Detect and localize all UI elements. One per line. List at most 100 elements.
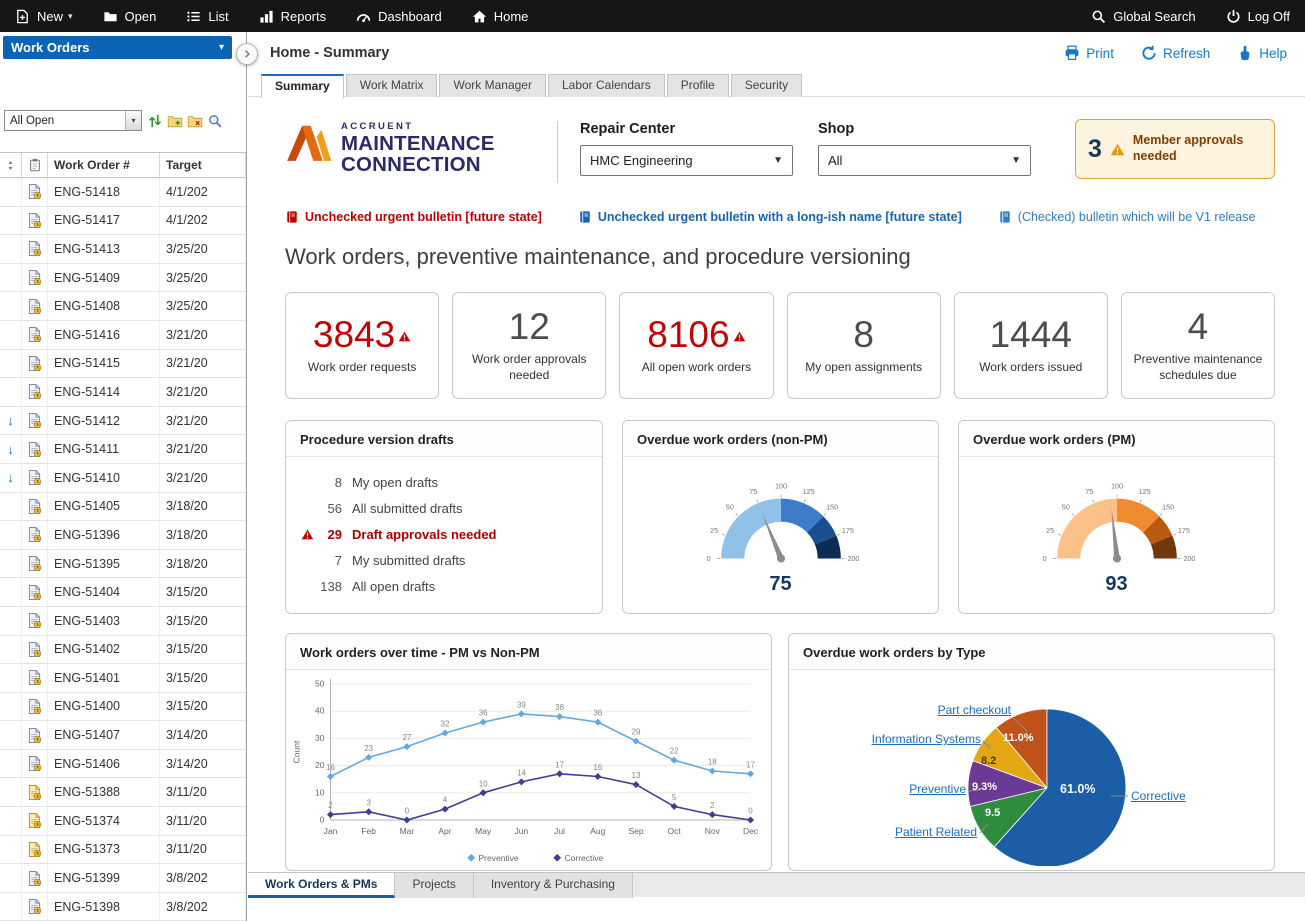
folder-add-icon[interactable] (165, 111, 185, 131)
pie-label-preventive[interactable]: Preventive (909, 782, 966, 796)
bulletin-text: Unchecked urgent bulletin with a long-is… (598, 210, 962, 224)
svg-text:175: 175 (1177, 526, 1189, 535)
target-date: 4/1/202 (160, 207, 246, 235)
work-order-row[interactable]: ENG-514184/1/202 (0, 178, 246, 207)
draft-stat-row[interactable]: 138All open drafts (292, 573, 594, 599)
kpi-card-my-open-assignments[interactable]: 8My open assignments (787, 292, 941, 399)
work-order-row[interactable]: ENG-513983/8/202 (0, 893, 246, 921)
tab-labor-calendars[interactable]: Labor Calendars (548, 74, 665, 97)
work-order-row[interactable]: ENG-514003/15/20 (0, 693, 246, 722)
work-order-row[interactable]: ↓ENG-514103/21/20 (0, 464, 246, 493)
sort-priority-header[interactable] (0, 153, 22, 177)
work-order-column-header[interactable]: Work Order # (48, 153, 160, 177)
work-order-row[interactable]: ENG-514073/14/20 (0, 721, 246, 750)
tab-work-matrix[interactable]: Work Matrix (346, 74, 438, 97)
member-approvals-alert[interactable]: 3 Member approvals needed (1075, 119, 1275, 179)
warning-icon (1110, 143, 1125, 156)
work-order-row[interactable]: ENG-514013/15/20 (0, 664, 246, 693)
svg-text:200: 200 (847, 554, 859, 563)
bottom-tab-work-orders-pms[interactable]: Work Orders & PMs (248, 873, 395, 898)
module-selector[interactable]: Work Orders ▾ (3, 36, 232, 59)
kpi-value: 12 (509, 308, 550, 345)
nav-home[interactable]: Home (457, 0, 544, 32)
work-order-row[interactable]: ENG-514043/15/20 (0, 578, 246, 607)
assignment-column-header[interactable] (22, 153, 48, 177)
folder-filter-icon[interactable] (185, 111, 205, 131)
work-order-row[interactable]: ENG-514153/21/20 (0, 350, 246, 379)
work-order-row[interactable]: ENG-514053/18/20 (0, 493, 246, 522)
sync-arrows-icon[interactable] (145, 111, 165, 131)
work-order-row[interactable]: ENG-513743/11/20 (0, 807, 246, 836)
draft-stat-row[interactable]: 29Draft approvals needed (292, 521, 594, 547)
kpi-card-work-order-approvals-needed[interactable]: 12Work order approvals needed (452, 292, 606, 399)
priority-cell (0, 893, 22, 921)
refresh-button[interactable]: Refresh (1141, 45, 1210, 61)
pie-label-information-systems[interactable]: Information Systems (872, 732, 981, 746)
draft-count: 8 (314, 475, 342, 490)
collapse-panel-button[interactable] (236, 43, 258, 65)
draft-stat-row[interactable]: 7My submitted drafts (292, 547, 594, 573)
target-date: 3/18/20 (160, 521, 246, 549)
work-order-row[interactable]: ↓ENG-514113/21/20 (0, 435, 246, 464)
work-order-row[interactable]: ENG-514023/15/20 (0, 636, 246, 665)
svg-text:2: 2 (710, 801, 715, 810)
target-column-header[interactable]: Target (160, 153, 246, 177)
tab-work-manager[interactable]: Work Manager (439, 74, 545, 97)
tab-summary[interactable]: Summary (261, 74, 344, 98)
nav-new[interactable]: New▾ (0, 0, 88, 32)
nav-global-search[interactable]: Global Search (1076, 0, 1210, 32)
work-order-doc-icon (22, 636, 48, 664)
pie-label-corrective[interactable]: Corrective (1131, 789, 1186, 803)
target-date: 3/18/20 (160, 493, 246, 521)
magnifier-icon[interactable] (205, 111, 225, 131)
work-order-row[interactable]: ENG-514083/25/20 (0, 292, 246, 321)
work-order-row[interactable]: ENG-514143/21/20 (0, 378, 246, 407)
tab-profile[interactable]: Profile (667, 74, 729, 97)
print-button[interactable]: Print (1064, 45, 1114, 61)
bulletin-link[interactable]: Unchecked urgent bulletin [future state] (285, 210, 542, 224)
priority-cell (0, 550, 22, 578)
bottom-tab-inventory-purchasing[interactable]: Inventory & Purchasing (474, 873, 633, 898)
tab-security[interactable]: Security (731, 74, 802, 97)
kpi-card-work-order-requests[interactable]: 3843Work order requests (285, 292, 439, 399)
work-order-row[interactable]: ENG-513883/11/20 (0, 778, 246, 807)
svg-text:Oct: Oct (667, 826, 681, 836)
kpi-card-preventive-maintenance-schedules-due[interactable]: 4Preventive maintenance schedules due (1121, 292, 1275, 399)
nav-dashboard[interactable]: Dashboard (341, 0, 457, 32)
work-order-row[interactable]: ENG-513953/18/20 (0, 550, 246, 579)
help-button[interactable]: Help (1237, 45, 1287, 61)
nav-open[interactable]: Open (88, 0, 172, 32)
draft-stat-row[interactable]: 8My open drafts (292, 469, 594, 495)
work-order-row[interactable]: ENG-513993/8/202 (0, 864, 246, 893)
nav-label: Dashboard (378, 9, 442, 24)
work-order-row[interactable]: ENG-513963/18/20 (0, 521, 246, 550)
work-order-row[interactable]: ENG-514133/25/20 (0, 235, 246, 264)
work-order-doc-icon (22, 350, 48, 378)
bulletin-link[interactable]: Unchecked urgent bulletin with a long-is… (578, 210, 962, 224)
bulletin-link[interactable]: (Checked) bulletin which will be V1 rele… (998, 210, 1256, 224)
draft-stat-row[interactable]: 56All submitted drafts (292, 495, 594, 521)
work-order-row[interactable]: ENG-513733/11/20 (0, 836, 246, 865)
shop-field: Shop All ▼ (818, 119, 1031, 176)
bottom-tab-projects[interactable]: Projects (395, 873, 473, 898)
member-approvals-count: 3 (1088, 135, 1102, 164)
work-order-row[interactable]: ENG-514174/1/202 (0, 207, 246, 236)
nav-log-off[interactable]: Log Off (1211, 0, 1305, 32)
pie-label-part-checkout[interactable]: Part checkout (938, 703, 1011, 717)
nav-list[interactable]: List (171, 0, 243, 32)
target-date: 3/11/20 (160, 807, 246, 835)
svg-text:23: 23 (364, 744, 373, 753)
work-order-row[interactable]: ENG-514093/25/20 (0, 264, 246, 293)
nav-reports[interactable]: Reports (244, 0, 342, 32)
shop-select[interactable]: All ▼ (818, 145, 1031, 176)
work-order-row[interactable]: ↓ENG-514123/21/20 (0, 407, 246, 436)
kpi-card-work-orders-issued[interactable]: 1444Work orders issued (954, 292, 1108, 399)
saved-filter-select[interactable]: All Open ▾ (4, 110, 142, 131)
work-order-row[interactable]: ENG-514163/21/20 (0, 321, 246, 350)
work-order-row[interactable]: ENG-514033/15/20 (0, 607, 246, 636)
pie-label-patient-related[interactable]: Patient Related (895, 825, 977, 839)
pie-chart-body: Part checkout Information Systems Preventi… (789, 670, 1274, 866)
repair-center-select[interactable]: HMC Engineering ▼ (580, 145, 793, 176)
kpi-card-all-open-work-orders[interactable]: 8106All open work orders (619, 292, 773, 399)
work-order-row[interactable]: ENG-514063/14/20 (0, 750, 246, 779)
